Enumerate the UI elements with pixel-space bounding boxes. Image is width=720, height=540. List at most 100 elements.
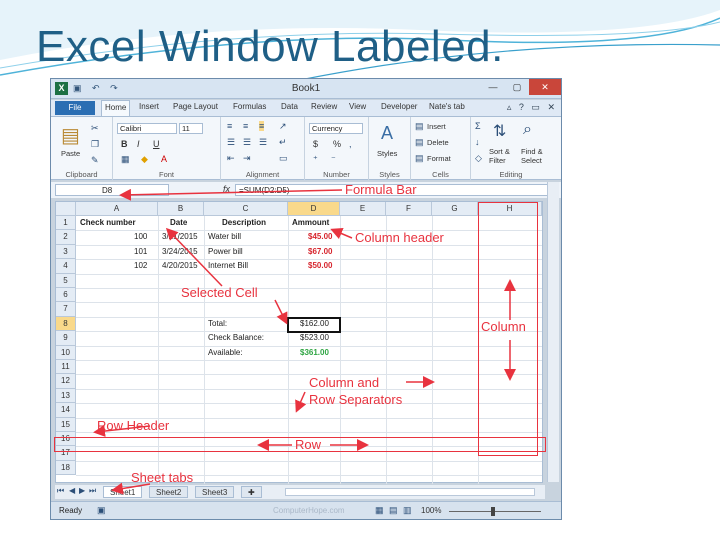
macro-record-icon[interactable]: ▣ — [97, 505, 106, 516]
orientation-icon[interactable]: ↗ — [279, 121, 287, 132]
comma-style-icon[interactable]: , — [349, 139, 352, 149]
merge-center-icon[interactable]: ▭ — [279, 153, 288, 164]
sheet-tab-sheet3[interactable]: Sheet3 — [195, 486, 235, 498]
normal-view-icon[interactable]: ▦ — [375, 505, 384, 516]
zoom-slider[interactable] — [449, 511, 541, 512]
zoom-level[interactable]: 100% — [421, 506, 441, 515]
sort-filter-icon[interactable]: ⇅ — [493, 121, 506, 141]
align-center-icon[interactable]: ☰ — [243, 137, 251, 148]
cell-b1[interactable]: Date — [170, 218, 187, 227]
sheet-tab-sheet2[interactable]: Sheet2 — [149, 486, 189, 498]
cell-b3[interactable]: 3/24/2015 — [162, 247, 198, 256]
cell-c1[interactable]: Description — [222, 218, 266, 227]
tab-nates-tab[interactable]: Nate's tab — [429, 102, 465, 111]
cell-d3[interactable]: $67.00 — [308, 247, 332, 256]
close-button[interactable]: ✕ — [529, 79, 561, 95]
cell-a3[interactable]: 101 — [134, 247, 147, 256]
cell-c4[interactable]: Internet Bill — [208, 261, 248, 270]
currency-button[interactable]: $ — [313, 139, 318, 149]
fill-icon[interactable]: ↓ — [475, 137, 480, 147]
format-button[interactable]: Format — [427, 154, 451, 163]
font-color-icon[interactable]: A — [161, 154, 167, 164]
sheet-nav-first-icon[interactable]: ⏮ — [57, 486, 64, 496]
align-left-icon[interactable]: ☰ — [227, 137, 235, 148]
decrease-decimal-icon[interactable]: ⁻ — [331, 154, 336, 165]
cell-b4[interactable]: 4/20/2015 — [162, 261, 198, 270]
row-header[interactable]: 18 — [56, 460, 76, 476]
cut-icon[interactable]: ✂ — [91, 123, 99, 134]
cell-c9[interactable]: Check Balance: — [208, 333, 264, 342]
row-header[interactable]: 5 — [56, 273, 76, 288]
column-header-e[interactable]: E — [340, 202, 386, 216]
decrease-indent-icon[interactable]: ⇤ — [227, 153, 235, 164]
row-header[interactable]: 11 — [56, 360, 76, 375]
tab-page-layout[interactable]: Page Layout — [173, 102, 218, 111]
cell-a1[interactable]: Check number — [80, 218, 136, 227]
increase-decimal-icon[interactable]: ⁺ — [313, 154, 318, 165]
cell-c3[interactable]: Power bill — [208, 247, 243, 256]
row-header[interactable]: 4 — [56, 259, 76, 274]
autosum-icon[interactable]: Σ — [475, 121, 481, 131]
clear-icon[interactable]: ◇ — [475, 153, 482, 164]
cell-d1[interactable]: Ammount — [292, 218, 329, 227]
styles-icon[interactable]: A — [381, 123, 393, 144]
column-header-b[interactable]: B — [158, 202, 204, 216]
cell-b2[interactable]: 3/21/2015 — [162, 232, 198, 241]
page-break-view-icon[interactable]: ▥ — [403, 505, 412, 516]
cell-c10[interactable]: Available: — [208, 348, 243, 357]
tab-review[interactable]: Review — [311, 102, 337, 111]
format-painter-icon[interactable]: ✎ — [91, 155, 99, 166]
align-middle-icon[interactable]: ≡ — [243, 121, 248, 131]
underline-button[interactable]: U — [153, 139, 160, 149]
row-header[interactable]: 10 — [56, 345, 76, 360]
paste-icon[interactable]: ▤ — [61, 123, 80, 148]
minimize-ribbon-icon[interactable]: ▵ — [507, 102, 512, 112]
doc-minimize-icon[interactable]: ▭ — [531, 102, 540, 112]
cell-d2[interactable]: $45.00 — [308, 232, 332, 241]
align-top-icon[interactable]: ≡ — [227, 121, 232, 131]
column-header-d[interactable]: D — [288, 202, 340, 216]
horizontal-scrollbar[interactable] — [285, 488, 535, 496]
row-header[interactable]: 6 — [56, 288, 76, 303]
selected-cell-outline[interactable] — [287, 316, 341, 333]
zoom-slider-thumb[interactable] — [491, 507, 495, 516]
find-select-icon[interactable]: ⌕ — [523, 121, 532, 139]
wrap-text-icon[interactable]: ↵ — [279, 137, 287, 148]
column-header-c[interactable]: C — [204, 202, 288, 216]
sheet-nav-prev-icon[interactable]: ◀ — [69, 486, 75, 495]
doc-close-icon[interactable]: ✕ — [547, 102, 555, 112]
row-header[interactable]: 3 — [56, 244, 76, 260]
cell-a4[interactable]: 102 — [134, 261, 147, 270]
vertical-scrollbar[interactable] — [547, 182, 559, 482]
column-header-a[interactable]: A — [76, 202, 158, 216]
column-header-g[interactable]: G — [432, 202, 478, 216]
column-header-f[interactable]: F — [386, 202, 432, 216]
row-header[interactable]: 14 — [56, 403, 76, 418]
row-header[interactable]: 15 — [56, 417, 76, 432]
cell-d10[interactable]: $361.00 — [300, 348, 329, 357]
help-icon[interactable]: ? — [519, 102, 524, 112]
font-size-combo[interactable]: 11 — [179, 123, 203, 134]
copy-icon[interactable]: ❐ — [91, 139, 99, 150]
row-header[interactable]: 13 — [56, 388, 76, 404]
new-sheet-icon[interactable]: ✚ — [241, 486, 262, 498]
tab-data[interactable]: Data — [281, 102, 298, 111]
italic-button[interactable]: I — [137, 139, 140, 149]
sheet-nav-last-icon[interactable]: ⏭ — [89, 486, 96, 496]
row-header[interactable]: 1 — [56, 216, 76, 231]
borders-icon[interactable]: ▦ — [121, 154, 130, 165]
tab-home[interactable]: Home — [101, 100, 131, 116]
cell-c2[interactable]: Water bill — [208, 232, 241, 241]
number-format-combo[interactable]: Currency — [309, 123, 363, 134]
tab-file[interactable]: File — [55, 101, 95, 115]
increase-indent-icon[interactable]: ⇥ — [243, 153, 251, 164]
tab-insert[interactable]: Insert — [139, 102, 159, 111]
row-header[interactable]: 8 — [56, 316, 76, 332]
align-right-icon[interactable]: ☰ — [259, 137, 267, 148]
select-all-corner[interactable] — [56, 202, 76, 216]
row-header[interactable]: 12 — [56, 374, 76, 389]
styles-button[interactable]: Styles — [377, 149, 397, 158]
delete-button[interactable]: Delete — [427, 138, 449, 147]
page-layout-view-icon[interactable]: ▤ — [389, 505, 398, 516]
align-bottom-icon[interactable]: ≡ — [259, 121, 265, 131]
